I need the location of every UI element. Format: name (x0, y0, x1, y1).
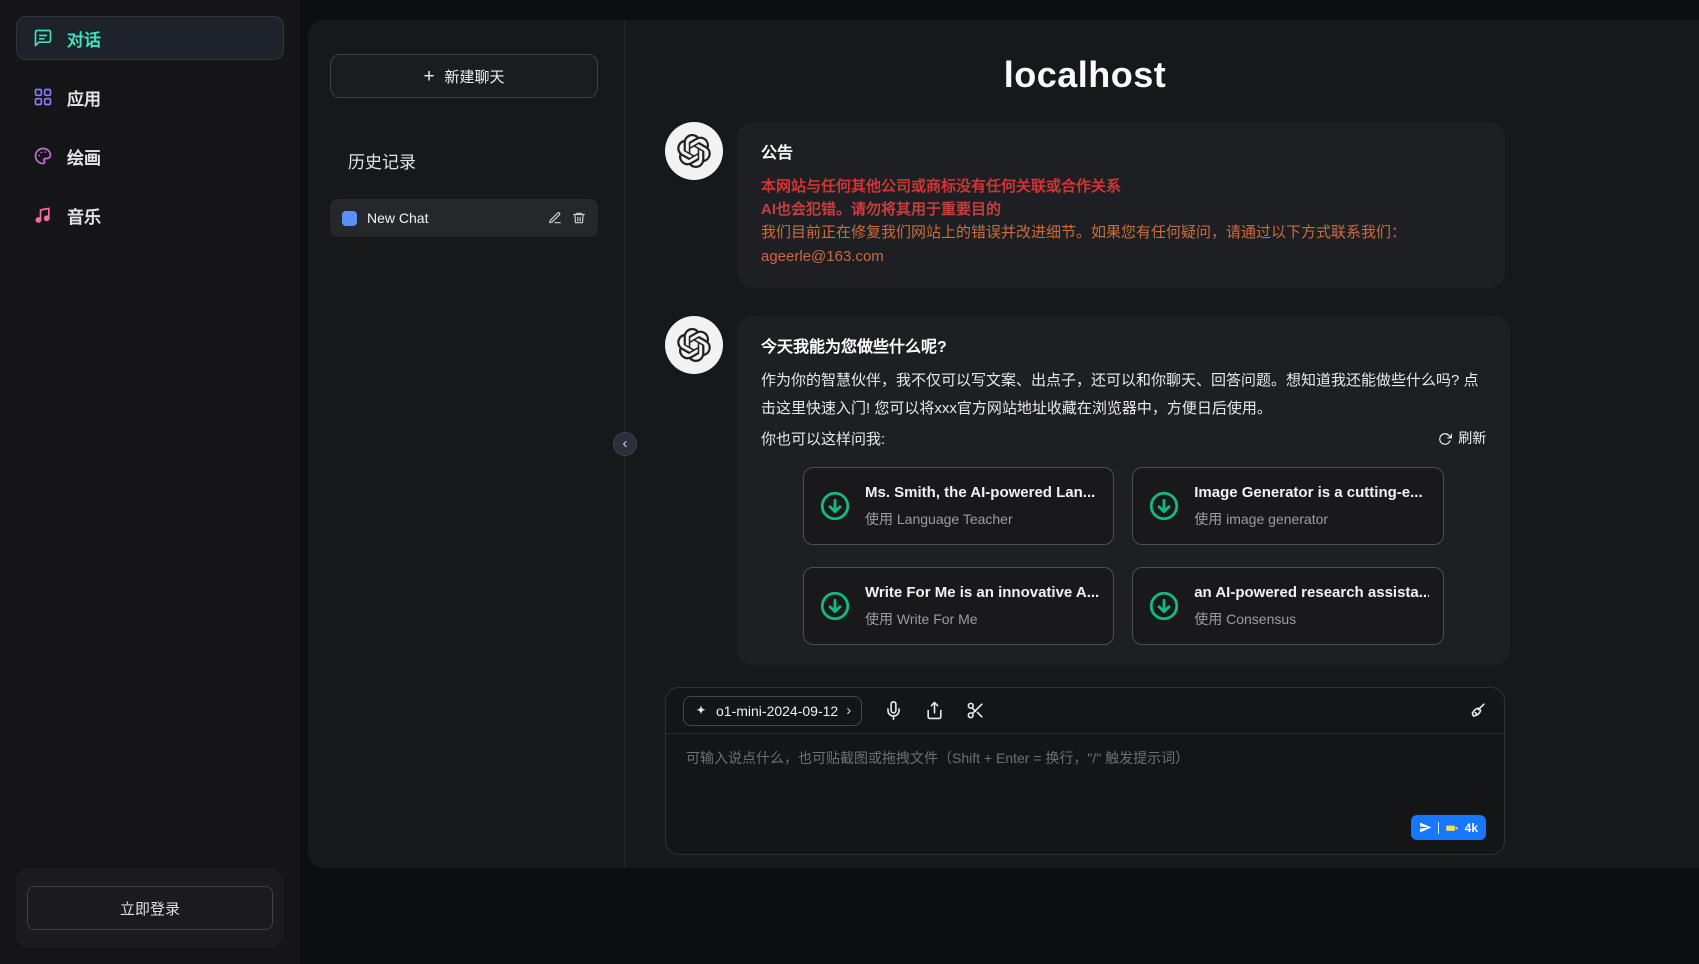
suggestion-card[interactable]: an AI-powered research assista... 使用 Con… (1132, 567, 1444, 645)
suggestion-text: an AI-powered research assista... 使用 Con… (1194, 581, 1429, 631)
edit-icon[interactable] (548, 211, 562, 225)
main-chat-panel: localhost 公告 本网站与任何其他公司或商标没有任何关联或合作关系 AI… (625, 20, 1699, 868)
scissors-icon[interactable] (966, 701, 985, 720)
apps-grid-icon (33, 87, 53, 107)
new-chat-button[interactable]: + 新建聊天 (330, 54, 598, 98)
sidebar-item-music[interactable]: 音乐 (16, 193, 284, 237)
login-panel: 立即登录 (16, 868, 284, 948)
sidebar: 对话 应用 绘画 音乐 立即登录 (0, 0, 300, 964)
suggestion-text: Ms. Smith, the AI-powered Lan... 使用 Lang… (865, 481, 1095, 531)
suggestion-card[interactable]: Write For Me is an innovative A... 使用 Wr… (803, 567, 1114, 645)
login-button[interactable]: 立即登录 (27, 886, 273, 930)
upload-icon[interactable] (925, 701, 944, 720)
circle-arrow-down-icon (818, 589, 852, 623)
bot-message: 今天我能为您做些什么呢? 作为你的智慧伙伴，我不仅可以写文案、出点子，还可以和你… (665, 316, 1505, 665)
suggestion-text: Image Generator is a cutting-e... 使用 ima… (1194, 481, 1422, 531)
chat-color-swatch (342, 211, 357, 226)
announcement-line-3: 我们目前正在修复我们网站上的错误并改进细节。如果您有任何疑问，请通过以下方式联系… (761, 221, 1481, 244)
new-chat-label: 新建聊天 (445, 66, 505, 87)
collapse-panel-button[interactable]: ‹ (613, 432, 637, 456)
sidebar-item-label: 绘画 (67, 144, 101, 169)
chat-input[interactable] (686, 748, 1484, 810)
chat-bubble-icon (33, 28, 53, 48)
sidebar-item-label: 音乐 (67, 203, 101, 228)
composer-body: 4k (666, 734, 1504, 854)
music-note-icon (33, 205, 53, 225)
page-title: localhost (665, 54, 1505, 96)
suggestion-subtitle: 使用 Write For Me (865, 609, 1099, 631)
chevron-left-icon: ‹ (623, 435, 628, 452)
sidebar-item-chat[interactable]: 对话 (16, 16, 284, 60)
app-root: 对话 应用 绘画 音乐 立即登录 + (0, 0, 1699, 964)
sidebar-item-paint[interactable]: 绘画 (16, 134, 284, 178)
chevron-right-icon: › (846, 702, 851, 719)
microphone-icon[interactable] (884, 701, 903, 720)
suggestion-text: Write For Me is an innovative A... 使用 Wr… (865, 581, 1099, 631)
model-selector[interactable]: o1-mini-2024-09-12 › (683, 696, 862, 726)
chat-list-item[interactable]: New Chat (330, 199, 598, 237)
suggestion-title: Write For Me is an innovative A... (865, 581, 1099, 604)
chat-list-panel: + 新建聊天 历史记录 New Chat (308, 20, 625, 868)
circle-arrow-down-icon (1147, 589, 1181, 623)
suggestion-card[interactable]: Ms. Smith, the AI-powered Lan... 使用 Lang… (803, 467, 1114, 545)
chat-item-actions (548, 211, 586, 225)
openai-logo-avatar (665, 122, 723, 180)
model-name: o1-mini-2024-09-12 (716, 703, 838, 719)
openai-logo-avatar (665, 316, 723, 374)
refresh-label: 刷新 (1458, 428, 1486, 450)
welcome-body: 作为你的智慧伙伴，我不仅可以写文案、出点子，还可以和你聊天、回答问题。想知道我还… (761, 367, 1486, 424)
sidebar-item-label: 应用 (67, 85, 101, 110)
composer-toolbar: o1-mini-2024-09-12 › (666, 688, 1504, 734)
announcement-bubble: 公告 本网站与任何其他公司或商标没有任何关联或合作关系 AI也会犯错。请勿将其用… (737, 122, 1505, 288)
suggestion-subtitle: 使用 Language Teacher (865, 509, 1095, 531)
bot-message: 公告 本网站与任何其他公司或商标没有任何关联或合作关系 AI也会犯错。请勿将其用… (665, 122, 1505, 288)
send-button[interactable]: 4k (1411, 815, 1486, 840)
sidebar-item-label: 对话 (67, 26, 101, 51)
palette-icon (33, 146, 53, 166)
suggestion-subtitle: 使用 image generator (1194, 509, 1422, 531)
refresh-button[interactable]: 刷新 (1438, 428, 1486, 450)
composer: o1-mini-2024-09-12 › (665, 687, 1505, 855)
contact-email-link[interactable]: ageerle@163.com (761, 245, 884, 268)
suggestion-grid: Ms. Smith, the AI-powered Lan... 使用 Lang… (761, 467, 1486, 645)
trash-icon[interactable] (572, 211, 586, 225)
broom-icon[interactable] (1468, 701, 1487, 720)
chat-item-title: New Chat (367, 210, 538, 226)
circle-arrow-down-icon (818, 489, 852, 523)
suggestion-card[interactable]: Image Generator is a cutting-e... 使用 ima… (1132, 467, 1444, 545)
announcement-line-2: AI也会犯错。请勿将其用于重要目的 (761, 198, 1481, 221)
ask-hint: 你也可以这样问我: (761, 428, 885, 451)
welcome-title: 今天我能为您做些什么呢? (761, 336, 1486, 361)
sparkle-icon (694, 704, 708, 718)
message-list: 公告 本网站与任何其他公司或商标没有任何关联或合作关系 AI也会犯错。请勿将其用… (665, 122, 1505, 665)
suggestion-title: Image Generator is a cutting-e... (1194, 481, 1422, 504)
plus-icon: + (423, 67, 434, 86)
suggestion-subtitle: 使用 Consensus (1194, 609, 1429, 631)
workspace-panel: + 新建聊天 历史记录 New Chat ‹ (308, 20, 1699, 868)
send-plane-icon (1419, 821, 1432, 834)
welcome-bubble: 今天我能为您做些什么呢? 作为你的智慧伙伴，我不仅可以写文案、出点子，还可以和你… (737, 316, 1510, 665)
battery-icon (1445, 821, 1459, 835)
history-title: 历史记录 (348, 148, 598, 173)
announcement-title: 公告 (761, 142, 1481, 167)
sidebar-item-apps[interactable]: 应用 (16, 75, 284, 119)
announcement-line-1: 本网站与任何其他公司或商标没有任何关联或合作关系 (761, 175, 1481, 198)
token-count: 4k (1465, 821, 1478, 835)
suggestion-title: an AI-powered research assista... (1194, 581, 1429, 604)
circle-arrow-down-icon (1147, 489, 1181, 523)
suggestion-title: Ms. Smith, the AI-powered Lan... (865, 481, 1095, 504)
badge-divider (1438, 822, 1439, 834)
refresh-icon (1438, 432, 1452, 446)
